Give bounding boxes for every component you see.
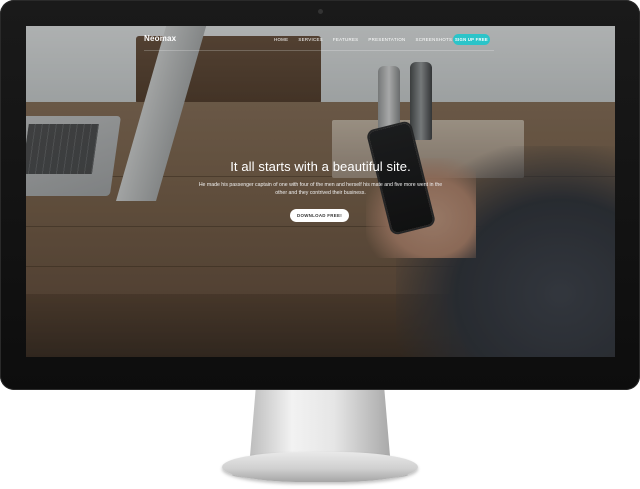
nav-link-services[interactable]: SERVICES (298, 37, 323, 42)
monitor-stand-neck (250, 390, 390, 456)
website-screen: Neomax HOME SERVICES FEATURES PRESENTATI… (26, 26, 615, 357)
camera-icon (318, 9, 323, 14)
monitor-stand-base (222, 452, 418, 482)
monitor-mockup: Neomax HOME SERVICES FEATURES PRESENTATI… (0, 0, 640, 489)
hero-description: He made his passenger captain of one wit… (198, 182, 443, 196)
top-navigation: Neomax HOME SERVICES FEATURES PRESENTATI… (26, 26, 615, 52)
nav-divider (144, 50, 494, 51)
brand-logo[interactable]: Neomax (144, 34, 176, 43)
nav-link-screenshots[interactable]: SCREENSHOTS (416, 37, 453, 42)
download-button[interactable]: DOWNLOAD FREE! (290, 209, 349, 222)
nav-link-presentation[interactable]: PRESENTATION (368, 37, 405, 42)
hero-title: It all starts with a beautiful site. (230, 159, 411, 174)
nav-link-home[interactable]: HOME (274, 37, 288, 42)
signup-button[interactable]: SIGN UP FREE (453, 34, 490, 45)
nav-link-features[interactable]: FEATURES (333, 37, 359, 42)
